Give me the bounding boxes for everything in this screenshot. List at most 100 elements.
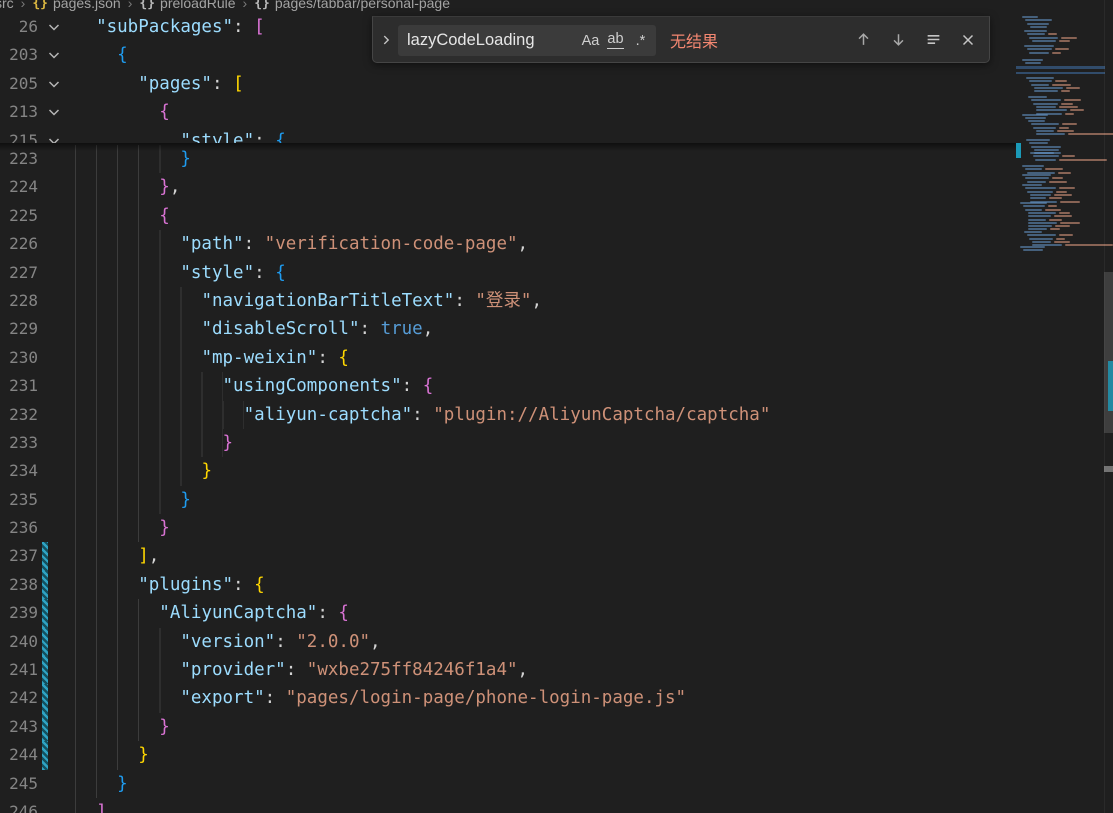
code-line[interactable]: 226 "path": "verification-code-page",	[0, 230, 1016, 259]
line-number[interactable]: 224	[0, 173, 38, 201]
minimap[interactable]	[1016, 13, 1113, 273]
line-number[interactable]: 246	[0, 798, 38, 813]
line-number[interactable]: 241	[0, 656, 38, 684]
regex-button[interactable]: .*	[628, 28, 653, 53]
breadcrumb-item[interactable]: {} preloadRule	[139, 0, 235, 11]
code-text[interactable]: ],	[75, 542, 159, 570]
code-text[interactable]: "plugins": {	[75, 571, 264, 599]
line-number[interactable]: 244	[0, 741, 38, 769]
code-line[interactable]: 243 }	[0, 712, 1016, 742]
code-text[interactable]: "version": "2.0.0",	[75, 628, 380, 656]
breadcrumb-item[interactable]: {} pages.json	[32, 0, 120, 11]
code-text[interactable]: "subPackages": [	[75, 13, 265, 41]
code-text[interactable]: "provider": "wxbe275ff84246f1a4",	[75, 656, 528, 684]
code-text[interactable]: "export": "pages/login-page/phone-login-…	[75, 684, 686, 712]
breadcrumb-item[interactable]: {} pages/tabbar/personal-page	[254, 0, 450, 11]
code-text[interactable]: }	[75, 514, 170, 542]
code-line[interactable]: 245 }	[0, 769, 1016, 798]
code-line[interactable]: 225 {	[0, 201, 1016, 231]
line-number[interactable]: 205	[0, 70, 38, 98]
line-number[interactable]: 235	[0, 486, 38, 514]
code-text[interactable]: }	[75, 429, 234, 457]
code-text[interactable]: }	[75, 741, 149, 769]
find-previous-button[interactable]	[852, 29, 874, 51]
line-number[interactable]: 242	[0, 684, 38, 712]
code-line[interactable]: 239 "AliyunCaptcha": {	[0, 599, 1016, 628]
line-number[interactable]: 243	[0, 713, 38, 741]
sticky-line[interactable]: 213 {	[0, 98, 1016, 126]
code-line[interactable]: 234 }	[0, 457, 1016, 486]
code-line[interactable]: 237 ],	[0, 542, 1016, 571]
line-number[interactable]: 231	[0, 372, 38, 400]
code-text[interactable]: }	[75, 713, 170, 741]
line-number[interactable]: 225	[0, 202, 38, 230]
code-line[interactable]: 228 "navigationBarTitleText": "登录",	[0, 286, 1016, 316]
code-text[interactable]: "style": {	[75, 127, 285, 143]
code-text[interactable]: "aliyun-captcha": "plugin://AliyunCaptch…	[75, 401, 771, 429]
code-line[interactable]: 224 },	[0, 173, 1016, 202]
line-number[interactable]: 230	[0, 344, 38, 372]
whole-word-button[interactable]: ab	[603, 28, 628, 53]
line-number[interactable]: 239	[0, 599, 38, 627]
code-line[interactable]: 235 }	[0, 485, 1016, 515]
code-line[interactable]: 229 "disableScroll": true,	[0, 315, 1016, 344]
code-text[interactable]: "AliyunCaptcha": {	[75, 599, 349, 627]
line-number[interactable]: 234	[0, 457, 38, 485]
code-line[interactable]: 230 "mp-weixin": {	[0, 343, 1016, 373]
toggle-replace-button[interactable]	[373, 17, 398, 62]
code-text[interactable]: "usingComponents": {	[75, 372, 434, 400]
code-line[interactable]: 244 }	[0, 741, 1016, 770]
fold-button[interactable]	[46, 133, 62, 143]
code-line[interactable]: 231 "usingComponents": {	[0, 372, 1016, 401]
find-next-button[interactable]	[887, 29, 909, 51]
fold-button[interactable]	[46, 19, 62, 35]
line-number[interactable]: 236	[0, 514, 38, 542]
fold-button[interactable]	[46, 104, 62, 120]
find-input[interactable]	[407, 31, 578, 50]
line-number[interactable]: 226	[0, 230, 38, 258]
code-text[interactable]: "style": {	[75, 259, 285, 287]
line-number[interactable]: 238	[0, 571, 38, 599]
code-line[interactable]: 232 "aliyun-captcha": "plugin://AliyunCa…	[0, 400, 1016, 429]
code-text[interactable]: "navigationBarTitleText": "登录",	[75, 287, 542, 315]
find-close-button[interactable]	[957, 29, 979, 51]
line-number[interactable]: 215	[0, 127, 38, 143]
code-line[interactable]: 236 }	[0, 514, 1016, 543]
code-line[interactable]: 233 }	[0, 428, 1016, 458]
line-number[interactable]: 233	[0, 429, 38, 457]
code-text[interactable]: {	[75, 41, 128, 69]
code-text[interactable]: "path": "verification-code-page",	[75, 230, 528, 258]
sticky-line[interactable]: 215 "style": {	[0, 127, 1016, 143]
line-number[interactable]: 228	[0, 287, 38, 315]
line-number[interactable]: 232	[0, 401, 38, 429]
line-number[interactable]: 245	[0, 770, 38, 798]
code-text[interactable]: },	[75, 173, 180, 201]
line-number[interactable]: 229	[0, 315, 38, 343]
code-text[interactable]: }	[75, 770, 128, 798]
code-line[interactable]: 227 "style": {	[0, 258, 1016, 287]
code-text[interactable]: ]	[75, 798, 107, 813]
line-number[interactable]: 227	[0, 259, 38, 287]
code-line[interactable]: 238 "plugins": {	[0, 570, 1016, 600]
sticky-line[interactable]: 205 "pages": [	[0, 70, 1016, 98]
fold-button[interactable]	[46, 47, 62, 63]
line-number[interactable]: 26	[0, 13, 38, 41]
code-line[interactable]: 240 "version": "2.0.0",	[0, 627, 1016, 657]
match-case-button[interactable]: Aa	[578, 28, 603, 53]
line-number[interactable]: 213	[0, 98, 38, 126]
code-text[interactable]: {	[75, 98, 170, 126]
breadcrumb-item[interactable]: src	[0, 0, 14, 11]
line-number[interactable]: 240	[0, 628, 38, 656]
fold-button[interactable]	[46, 76, 62, 92]
code-line[interactable]: 242 "export": "pages/login-page/phone-lo…	[0, 684, 1016, 713]
line-number[interactable]: 237	[0, 542, 38, 570]
code-text[interactable]: "disableScroll": true,	[75, 315, 433, 343]
line-number[interactable]: 203	[0, 41, 38, 69]
code-line[interactable]: 241 "provider": "wxbe275ff84246f1a4",	[0, 656, 1016, 685]
code-line[interactable]: 246 ]	[0, 797, 1016, 813]
code-text[interactable]: "mp-weixin": {	[75, 344, 349, 372]
code-text[interactable]: "pages": [	[75, 70, 243, 98]
editor-code-area[interactable]: 223 } 224 }, 225 {226 "path": "verificatio…	[0, 145, 1016, 813]
find-in-selection-button[interactable]	[922, 29, 944, 51]
code-text[interactable]: }	[75, 457, 212, 485]
